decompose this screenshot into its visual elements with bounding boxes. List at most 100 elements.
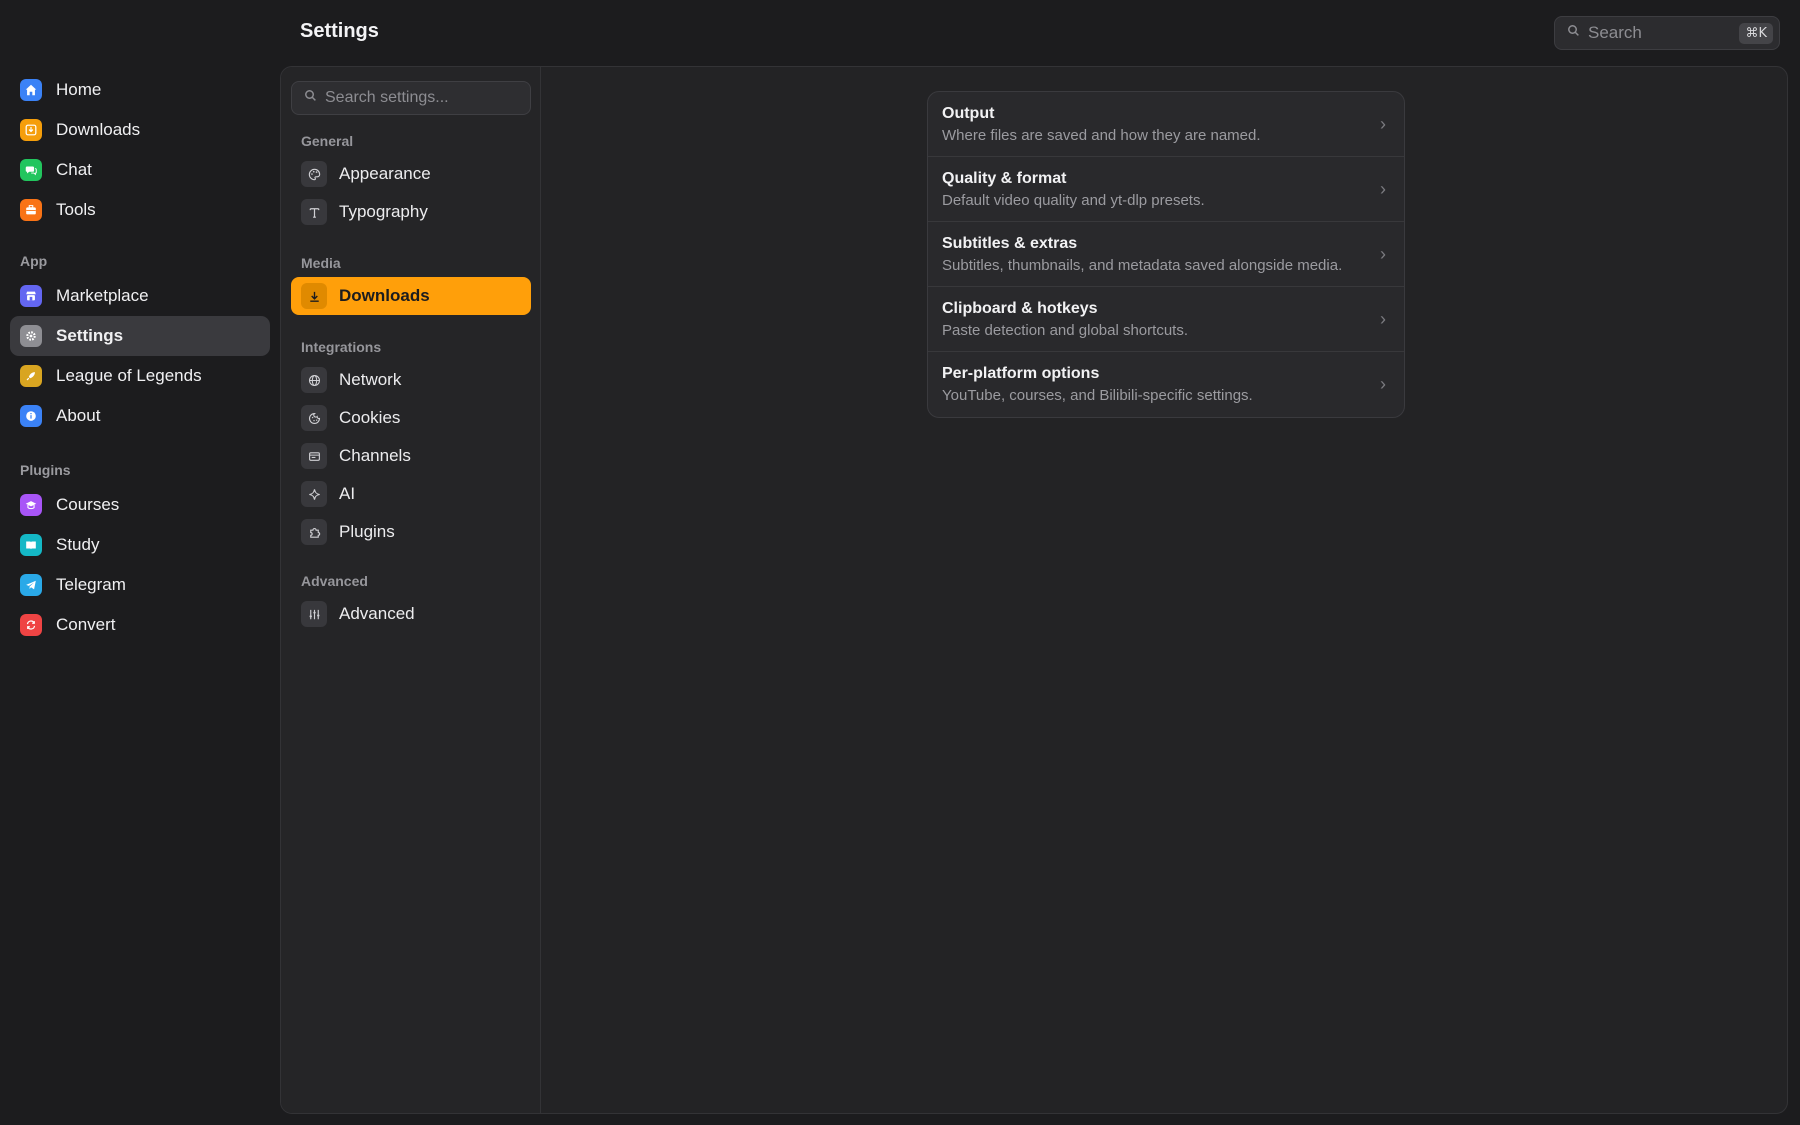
gear-icon (20, 325, 42, 347)
sidebar-item-home[interactable]: Home (10, 70, 270, 110)
global-search-input[interactable]: Search ⌘K (1554, 16, 1780, 50)
search-placeholder: Search settings... (325, 89, 449, 106)
section-label: Media (301, 255, 341, 271)
sidebar-item-about[interactable]: About (10, 396, 270, 436)
row-description: Subtitles, thumbnails, and metadata save… (942, 256, 1343, 274)
sidebar-item-label: Tools (56, 200, 96, 219)
chevron-right-icon: › (1380, 308, 1386, 329)
search-icon (1567, 24, 1580, 42)
row-description: Paste detection and global shortcuts. (942, 321, 1188, 339)
chat-icon (20, 159, 42, 181)
sliders-icon (301, 601, 327, 627)
settings-item-typography[interactable]: Typography (291, 193, 531, 231)
settings-row-subtitles-extras[interactable]: Subtitles & extras Subtitles, thumbnails… (928, 222, 1404, 287)
settings-item-downloads[interactable]: Downloads (291, 277, 531, 315)
settings-item-label: Downloads (339, 286, 430, 305)
settings-item-advanced[interactable]: Advanced (291, 595, 531, 633)
info-icon (20, 405, 42, 427)
puzzle-icon (301, 519, 327, 545)
settings-item-cookies[interactable]: Cookies (291, 399, 531, 437)
row-description: YouTube, courses, and Bilibili-specific … (942, 387, 1253, 404)
channels-icon (301, 443, 327, 469)
row-title: Clipboard & hotkeys (942, 299, 1098, 317)
graduation-cap-icon (20, 494, 42, 516)
settings-row-quality-format[interactable]: Quality & format Default video quality a… (928, 157, 1404, 222)
settings-item-appearance[interactable]: Appearance (291, 155, 531, 193)
palette-icon (301, 161, 327, 187)
app-nav: App Marketplace Settings League of Legen… (10, 246, 270, 436)
telegram-icon (20, 574, 42, 596)
convert-icon (20, 614, 42, 636)
sidebar-item-label: Telegram (56, 575, 126, 594)
section-label: Advanced (301, 573, 368, 589)
sidebar-item-marketplace[interactable]: Marketplace (10, 276, 270, 316)
row-text: Clipboard & hotkeys Paste detection and … (942, 300, 1376, 339)
search-placeholder: Search (1588, 23, 1642, 42)
download-icon (301, 283, 327, 309)
settings-nav: Search settings... General Appearance Ty… (281, 67, 541, 1113)
sidebar-item-label: Settings (56, 326, 124, 345)
download-settings-list: Output Where files are saved and how the… (927, 91, 1405, 418)
toolbox-icon (20, 199, 42, 221)
home-icon (20, 79, 42, 101)
settings-item-label: Plugins (339, 522, 395, 541)
sidebar-item-courses[interactable]: Courses (10, 485, 270, 525)
sidebar-item-label: Downloads (56, 120, 141, 139)
page-title: Settings (300, 20, 379, 42)
sidebar-item-label: Chat (56, 160, 92, 179)
sidebar-item-settings[interactable]: Settings (10, 316, 270, 356)
sparkle-icon (301, 481, 327, 507)
sidebar-item-label: Marketplace (56, 286, 149, 305)
settings-row-per-platform[interactable]: Per-platform options YouTube, courses, a… (928, 352, 1404, 417)
settings-row-clipboard-hotkeys[interactable]: Clipboard & hotkeys Paste detection and … (928, 287, 1404, 352)
settings-item-channels[interactable]: Channels (291, 437, 531, 475)
book-icon (20, 534, 42, 556)
settings-item-network[interactable]: Network (291, 361, 531, 399)
section-label: General (301, 133, 354, 149)
sidebar-item-chat[interactable]: Chat (10, 150, 270, 190)
advanced-section: Advanced Advanced (291, 567, 531, 633)
settings-item-plugins[interactable]: Plugins (291, 513, 531, 551)
section-label: Plugins (20, 462, 71, 478)
app-sidebar: Home Downloads Chat Tools App Marketplac… (0, 0, 280, 1125)
rocket-icon (20, 365, 42, 387)
sidebar-item-label: Convert (56, 615, 116, 634)
shortcut-badge: ⌘K (1739, 22, 1773, 44)
sidebar-item-telegram[interactable]: Telegram (10, 565, 270, 605)
settings-item-label: Appearance (339, 164, 431, 183)
sidebar-item-league-of-legends[interactable]: League of Legends (10, 356, 270, 396)
row-title: Subtitles & extras (942, 234, 1078, 252)
cookie-icon (301, 405, 327, 431)
sidebar-item-label: Study (56, 535, 100, 554)
sidebar-item-convert[interactable]: Convert (10, 605, 270, 645)
section-label: App (20, 253, 48, 269)
settings-search-input[interactable]: Search settings... (291, 81, 531, 115)
settings-row-output[interactable]: Output Where files are saved and how the… (928, 92, 1404, 157)
integrations-section: Integrations Network Cookies Channels AI… (291, 333, 531, 551)
settings-item-label: Advanced (339, 604, 415, 623)
sidebar-item-study[interactable]: Study (10, 525, 270, 565)
chevron-right-icon: › (1380, 243, 1386, 264)
chevron-right-icon: › (1380, 113, 1386, 134)
sidebar-item-downloads[interactable]: Downloads (10, 110, 270, 150)
sidebar-item-tools[interactable]: Tools (10, 190, 270, 230)
download-box-icon (20, 119, 42, 141)
row-description: Where files are saved and how they are n… (942, 126, 1261, 144)
settings-item-ai[interactable]: AI (291, 475, 531, 513)
text-icon (301, 199, 327, 225)
settings-panel: Search settings... General Appearance Ty… (280, 66, 1788, 1114)
row-description: Default video quality and yt-dlp presets… (942, 191, 1205, 209)
plugins-nav: Plugins Courses Study Telegram Convert (10, 455, 270, 645)
media-section: Media Downloads (291, 249, 531, 315)
general-section: General Appearance Typography (291, 127, 531, 231)
settings-item-label: Channels (339, 446, 411, 465)
settings-item-label: Cookies (339, 408, 401, 427)
settings-item-label: Network (339, 370, 402, 389)
sidebar-item-label: About (56, 406, 101, 425)
row-title: Output (942, 104, 995, 122)
chevron-right-icon: › (1380, 178, 1386, 199)
row-text: Quality & format Default video quality a… (942, 170, 1376, 209)
chevron-right-icon: › (1380, 374, 1386, 394)
section-label: Integrations (301, 339, 382, 355)
row-text: Output Where files are saved and how the… (942, 105, 1376, 144)
